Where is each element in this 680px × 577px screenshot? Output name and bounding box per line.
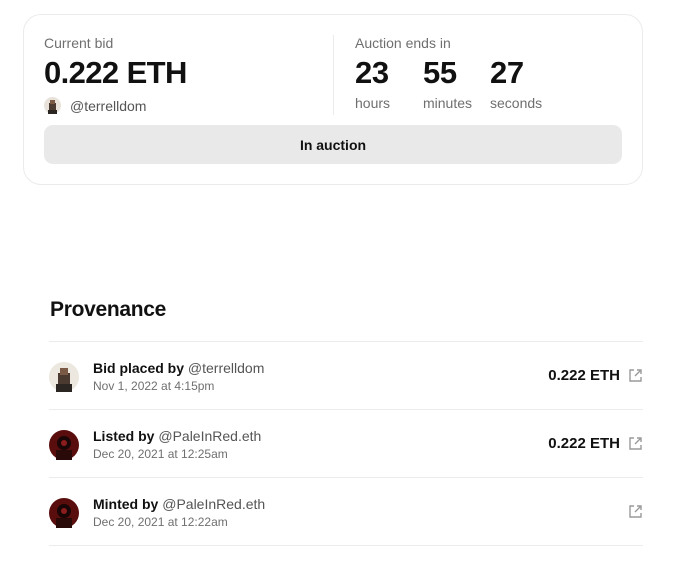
current-bid-section: Current bid 0.222 ETH @terrelldom	[44, 35, 187, 114]
current-bidder[interactable]: @terrelldom	[44, 97, 187, 114]
countdown: 23 hours 55 minutes 27 seconds	[355, 55, 560, 111]
external-link-icon[interactable]	[628, 368, 643, 383]
provenance-action: Bid placed by @terrelldom	[93, 360, 264, 376]
bid-card: Current bid 0.222 ETH @terrelldom Auctio…	[23, 14, 643, 185]
external-link-icon[interactable]	[628, 504, 643, 519]
action-label: Listed by	[93, 428, 155, 444]
provenance-action: Minted by @PaleInRed.eth	[93, 496, 265, 512]
external-link-icon[interactable]	[628, 436, 643, 451]
provenance-text: Minted by @PaleInRed.eth Dec 20, 2021 at…	[93, 496, 265, 529]
provenance-title: Provenance	[50, 298, 167, 321]
actor-avatar[interactable]	[49, 430, 79, 460]
provenance-action: Listed by @PaleInRed.eth	[93, 428, 261, 444]
actor-handle[interactable]: @PaleInRed.eth	[162, 496, 265, 512]
provenance-amount: 0.222 ETH	[548, 435, 620, 452]
provenance-row: Minted by @PaleInRed.eth Dec 20, 2021 at…	[49, 478, 643, 546]
provenance-amount: 0.222 ETH	[548, 367, 620, 384]
bidder-avatar	[44, 97, 61, 114]
action-label: Bid placed by	[93, 360, 185, 376]
countdown-hours-value: 23	[355, 55, 389, 90]
provenance-date: Dec 20, 2021 at 12:25am	[93, 447, 228, 461]
countdown-minutes: 55 minutes	[423, 55, 472, 111]
current-bid-label: Current bid	[44, 35, 114, 51]
provenance-date: Dec 20, 2021 at 12:22am	[93, 515, 228, 529]
countdown-seconds-label: seconds	[490, 95, 543, 111]
current-bidder-handle: @terrelldom	[70, 97, 147, 114]
auction-ends-label: Auction ends in	[355, 35, 451, 51]
in-auction-button[interactable]: In auction	[44, 125, 622, 164]
actor-avatar[interactable]	[49, 362, 79, 392]
provenance-list: Bid placed by @terrelldom Nov 1, 2022 at…	[49, 341, 643, 546]
card-divider	[333, 35, 334, 115]
countdown-minutes-label: minutes	[423, 95, 473, 111]
auction-timer-section: Auction ends in 23 hours 55 minutes 27 s…	[355, 35, 560, 111]
action-label: Minted by	[93, 496, 159, 512]
countdown-hours: 23 hours	[355, 55, 405, 111]
actor-handle[interactable]: @terrelldom	[188, 360, 264, 376]
provenance-text: Listed by @PaleInRed.eth Dec 20, 2021 at…	[93, 428, 261, 461]
actor-avatar[interactable]	[49, 498, 79, 528]
countdown-seconds-value: 27	[490, 55, 524, 90]
provenance-text: Bid placed by @terrelldom Nov 1, 2022 at…	[93, 360, 264, 393]
current-bid-amount: 0.222 ETH	[44, 55, 187, 90]
countdown-minutes-value: 55	[423, 55, 457, 90]
provenance-row: Listed by @PaleInRed.eth Dec 20, 2021 at…	[49, 410, 643, 478]
countdown-hours-label: hours	[355, 95, 391, 111]
provenance-row: Bid placed by @terrelldom Nov 1, 2022 at…	[49, 342, 643, 410]
countdown-seconds: 27 seconds	[490, 55, 542, 111]
actor-handle[interactable]: @PaleInRed.eth	[158, 428, 261, 444]
provenance-date: Nov 1, 2022 at 4:15pm	[93, 379, 215, 393]
